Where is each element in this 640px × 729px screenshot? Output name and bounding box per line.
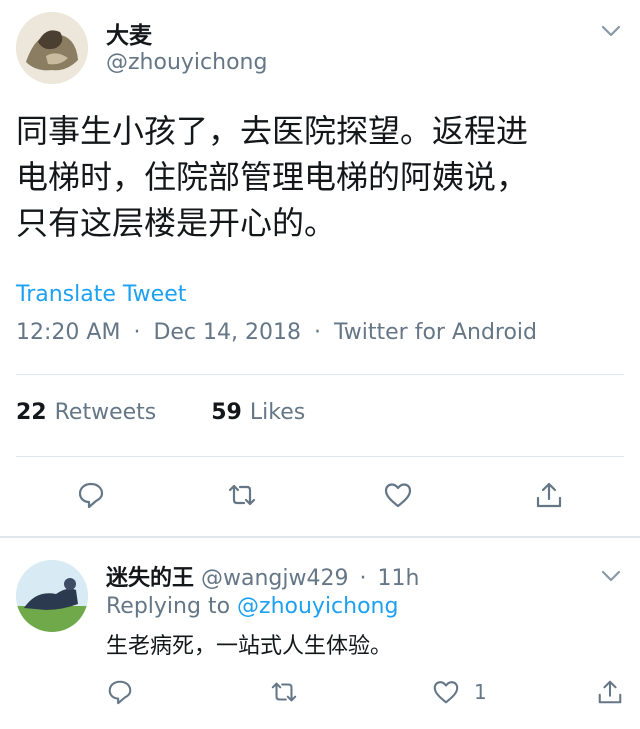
likes-stat[interactable]: 59 Likes xyxy=(211,400,305,425)
reply-author-avatar[interactable] xyxy=(16,560,88,632)
retweet-icon[interactable] xyxy=(270,678,298,706)
reply-age[interactable]: 11h xyxy=(378,566,420,591)
tweet-metadata: 12:20 AM · Dec 14, 2018 · Twitter for An… xyxy=(16,320,537,345)
replying-to-handle[interactable]: @zhouyichong xyxy=(237,594,398,619)
like-icon[interactable] xyxy=(432,678,460,706)
reply-like-count: 1 xyxy=(474,680,487,704)
retweet-icon[interactable] xyxy=(227,480,257,510)
like-count: 59 xyxy=(211,400,242,425)
reply-handle[interactable]: @wangjw429 xyxy=(201,566,348,591)
reply-header: 迷失的王 @wangjw429 · 11h xyxy=(106,560,419,592)
replying-to-label: Replying to xyxy=(106,594,231,619)
tweet-text: 同事生小孩了，去医院探望。返程进 电梯时，住院部管理电梯的阿姨说， 只有这层楼是… xyxy=(16,112,529,242)
divider xyxy=(0,536,640,538)
engagement-stats: 22 Retweets 59 Likes xyxy=(16,400,305,425)
divider xyxy=(16,456,624,457)
share-icon[interactable] xyxy=(596,678,624,706)
reply-separator: · xyxy=(359,566,367,591)
author-handle[interactable]: @zhouyichong xyxy=(106,50,267,75)
replying-to-line: Replying to @zhouyichong xyxy=(106,594,398,619)
tweet-time: 12:20 AM xyxy=(16,320,121,345)
meta-separator: · xyxy=(313,320,321,345)
like-icon[interactable] xyxy=(383,480,413,510)
retweets-label: Retweets xyxy=(54,400,157,425)
translate-tweet-link[interactable]: Translate Tweet xyxy=(16,282,186,307)
reply-icon[interactable] xyxy=(106,678,134,706)
reply-icon[interactable] xyxy=(76,480,106,510)
retweet-count: 22 xyxy=(16,400,47,425)
chevron-down-icon[interactable] xyxy=(598,18,624,44)
reply-text: 生老病死，一站式人生体验。 xyxy=(106,634,393,659)
author-display-name[interactable]: 大麦 xyxy=(106,16,152,50)
share-icon[interactable] xyxy=(534,480,564,510)
meta-separator: · xyxy=(133,320,141,345)
likes-label: Likes xyxy=(249,400,306,425)
chevron-down-icon[interactable] xyxy=(598,563,624,589)
divider xyxy=(16,374,624,375)
reply-display-name[interactable]: 迷失的王 xyxy=(106,566,194,591)
tweet-source[interactable]: Twitter for Android xyxy=(334,320,537,345)
retweets-stat[interactable]: 22 Retweets xyxy=(16,400,156,425)
author-avatar[interactable] xyxy=(16,12,88,84)
tweet-date[interactable]: Dec 14, 2018 xyxy=(153,320,301,345)
